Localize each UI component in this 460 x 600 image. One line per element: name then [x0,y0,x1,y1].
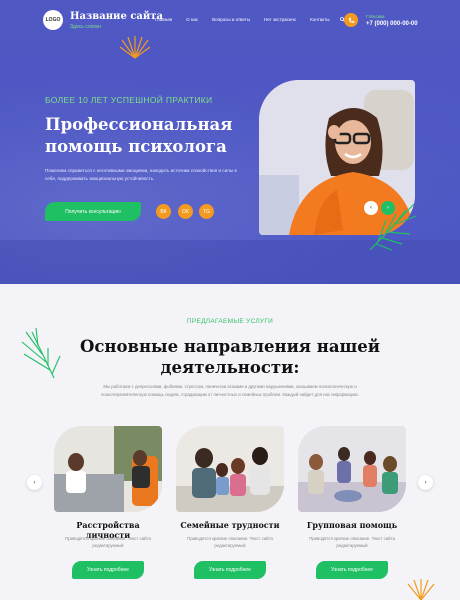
site-logo[interactable]: LOGO [43,10,63,30]
card-image-group [298,426,406,512]
palm-leaf-icon [21,327,61,379]
hero-title: Профессиональная помощь психолога [45,115,233,156]
card-image-personality [54,426,162,512]
card-title-group: Групповая помощь [306,520,398,530]
nav-item-home[interactable]: Главная [155,17,172,24]
vk-icon[interactable]: ВК [156,204,171,219]
more-button-group[interactable]: Узнать подробнее [316,561,388,579]
more-button-family[interactable]: Узнать подробнее [194,561,266,579]
services-tagline: ПРЕДЛАГАЕМЫЕ УСЛУГИ [186,318,274,325]
services-title: Основные направления нашей деятельности: [80,337,380,377]
site-header: LOGO Название сайта Здесь слоган Главная… [0,0,460,40]
hero-section: LOGO Название сайта Здесь слоган Главная… [0,0,460,284]
arrow-right-icon[interactable]: › [418,475,433,490]
nav-item-contacts[interactable]: Контакты [310,17,329,24]
card-title-family: Семейные трудности [180,520,280,530]
ok-icon[interactable]: ОК [178,204,193,219]
arrow-left-icon[interactable]: ‹ [27,475,42,490]
card-text-family: Приводятся краткие описание. Текст сайта… [187,536,273,548]
hero-description: Помогаем справиться с негативными эмоция… [45,168,237,181]
site-title[interactable]: Название сайта [70,11,163,22]
nav-item-not-psychic[interactable]: Нет экстрасенс [264,17,296,24]
card-image-family [176,426,284,512]
more-button-personality[interactable]: Узнать подробнее [72,561,144,579]
site-slogan: Здесь слоган [70,24,101,30]
nav-item-faq[interactable]: Вопросы и ответы [212,17,250,24]
nav-item-about[interactable]: О нас [186,17,198,24]
header-city: Г.Москва [366,14,385,19]
card-text-group: Приводятся краткие описание. Текст сайта… [309,536,395,548]
main-nav: Главная О нас Вопросы и ответы Нет экстр… [155,17,359,24]
phone-icon[interactable] [344,13,358,27]
card-text-personality: Приводятся краткие описание. Текст сайта… [65,536,151,548]
hero-tagline: БОЛЕЕ 10 ЛЕТ УСПЕШНОЙ ПРАКТИКИ [45,95,213,105]
palm-leaf-icon [369,203,417,251]
services-description: Мы работаем с депрессиями, фобиями, стре… [101,384,359,397]
telegram-icon[interactable]: TG [199,204,214,219]
consultation-button[interactable]: Получить консультацию [45,202,141,221]
palm-leaf-icon [407,579,435,600]
header-phone[interactable]: +7 (000) 000-00-00 [366,21,418,27]
palm-leaf-icon [119,36,151,59]
